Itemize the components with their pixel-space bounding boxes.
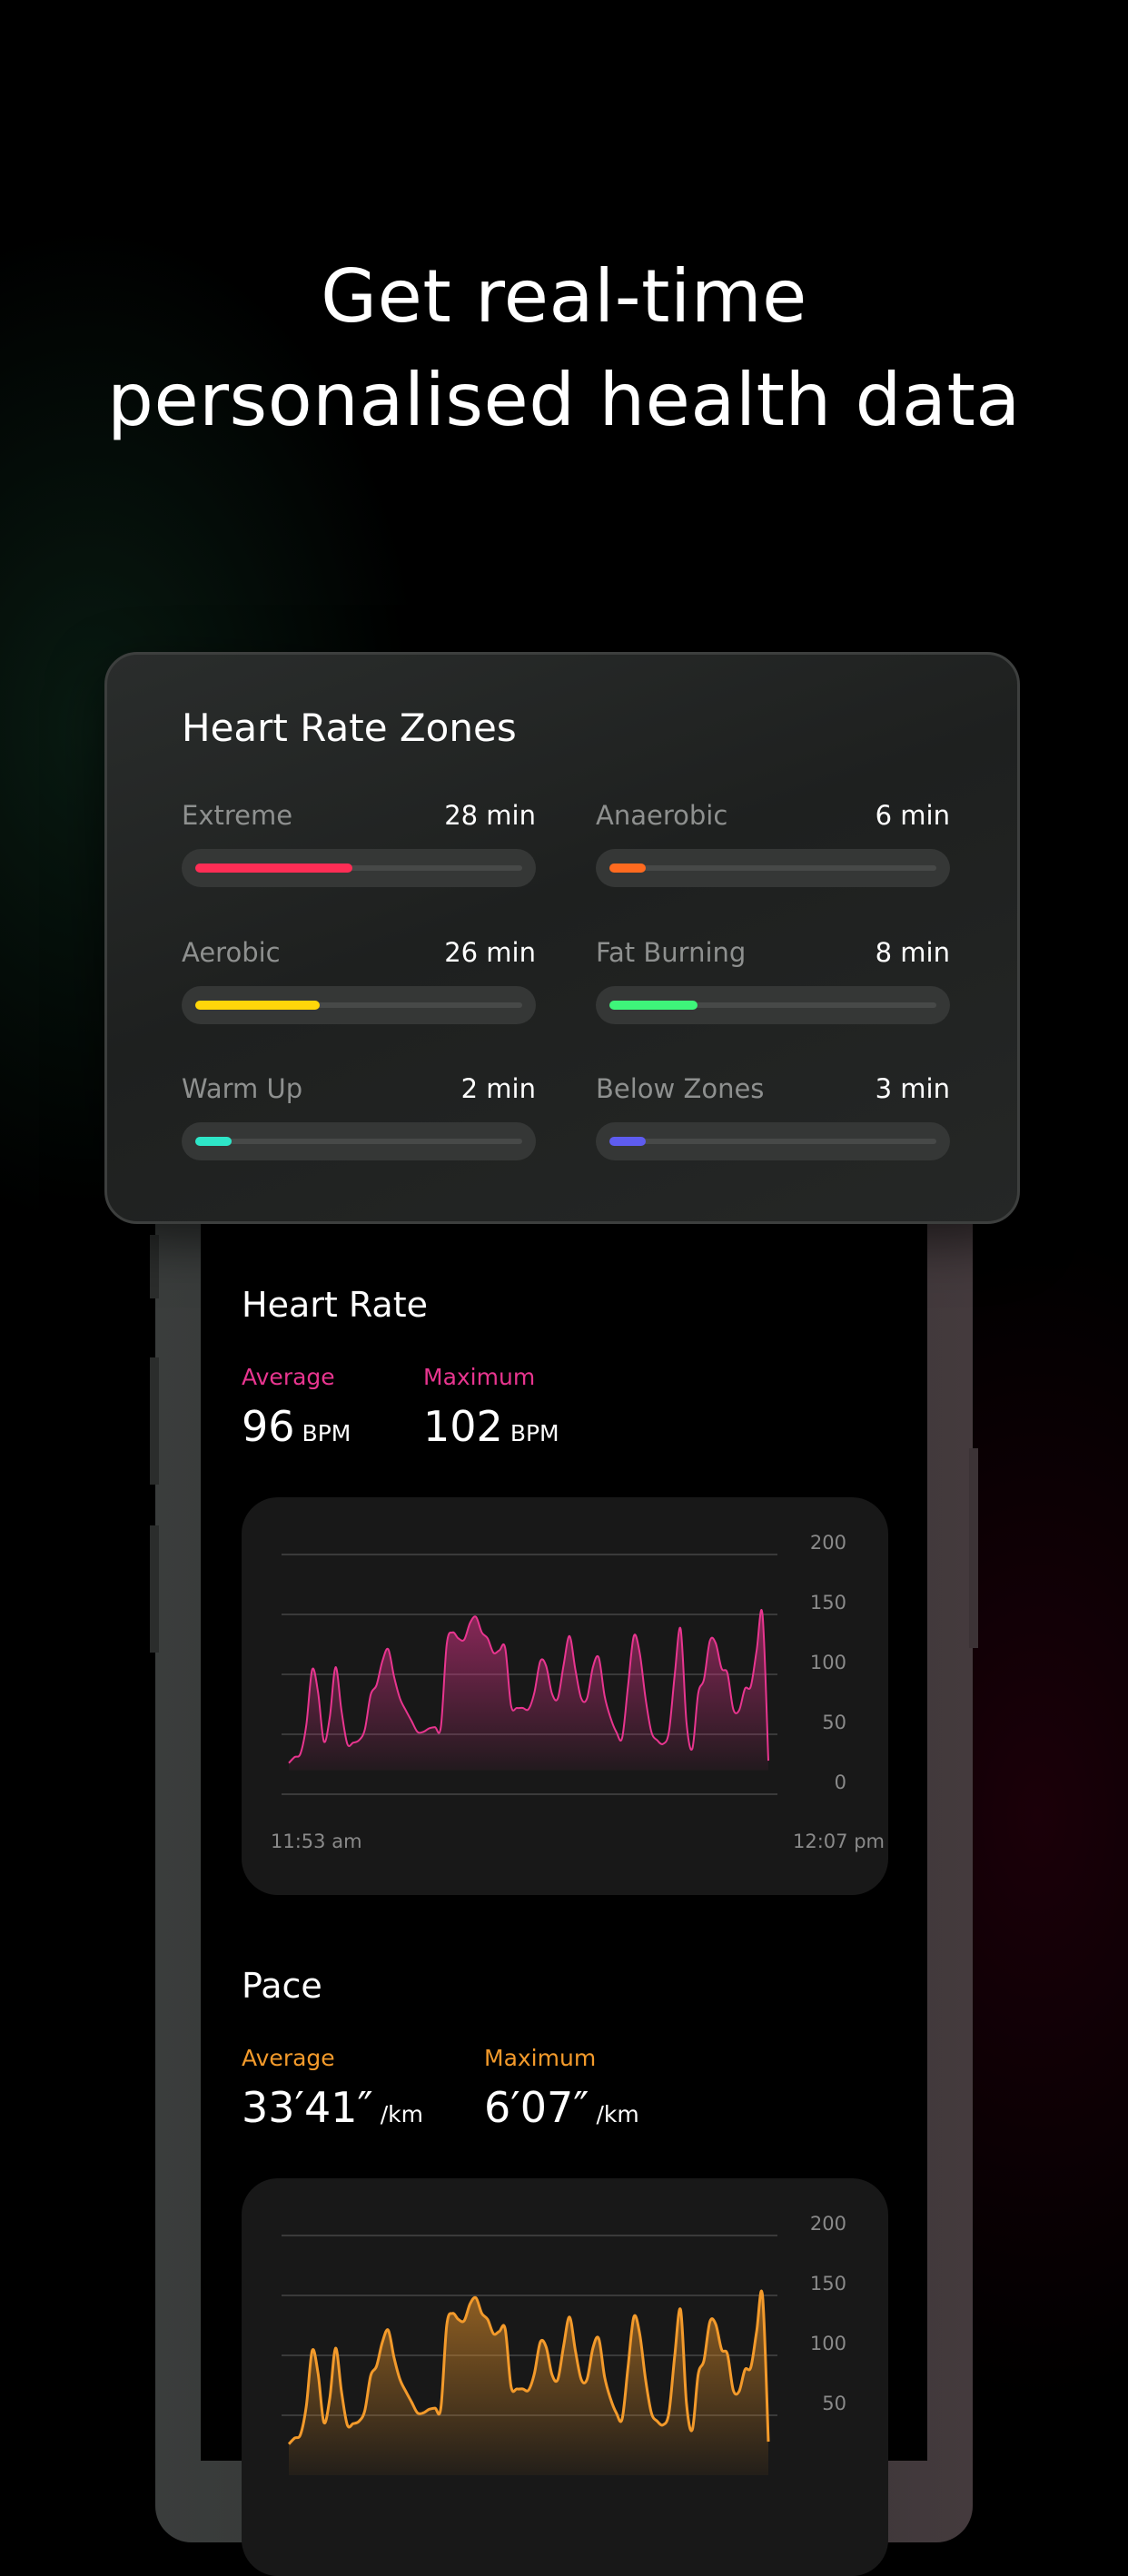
heart-rate-zones-card: Heart Rate Zones Extreme 28 min Anaerobic 6… [104,652,1020,1224]
pace-y-tick-label: 200 [810,2213,846,2235]
zone-duration: 2 min [460,1073,536,1104]
heart-rate-x-start-label: 11:53 am [271,1831,362,1852]
pace-average-unit: /km [380,2101,423,2127]
pace-maximum-value: 6′07″ /km [484,2083,639,2132]
zone-progress-bar [182,986,536,1024]
heart-rate-maximum-unit: BPM [510,1420,559,1446]
heart-rate-average-label: Average [242,1364,335,1390]
zone-progress-bar [182,849,536,887]
zone-progress-track [195,1137,522,1146]
zone-header: Extreme 28 min [182,800,536,831]
hr-y-tick-label: 0 [835,1772,846,1793]
heart-rate-chart: 200 150 100 50 0 11:53 am 12:07 pm [242,1497,888,1895]
heart-rate-x-end-label: 12:07 pm [793,1831,885,1852]
zone-progress-fill [195,864,352,873]
zone-progress-fill [609,1137,646,1146]
heart-rate-maximum-value: 102 BPM [423,1402,559,1451]
zone-progress-track [609,864,936,873]
zone-aerobic: Aerobic 26 min [182,937,536,1024]
zone-below-zones: Below Zones 3 min [596,1073,950,1160]
pace-chart: 200 150 100 50 [242,2178,888,2576]
zone-label: Aerobic [182,937,281,968]
heart-rate-title: Heart Rate [242,1285,428,1325]
zone-anaerobic: Anaerobic 6 min [596,800,950,887]
phone-power-button [969,1448,978,1648]
zone-header: Aerobic 26 min [182,937,536,968]
zone-label: Fat Burning [596,937,747,968]
zone-progress-bar [596,986,950,1024]
hr-y-tick-label: 50 [822,1712,846,1733]
phone-side-button [150,1235,159,1298]
hr-y-tick-label: 150 [810,1592,846,1614]
pace-maximum-unit: /km [596,2101,639,2127]
zone-duration: 3 min [875,1073,950,1104]
heart-rate-area [289,1609,768,1771]
pace-average-number: 33′41″ [242,2083,373,2132]
pace-average-label: Average [242,2045,335,2071]
zone-progress-bar [596,849,950,887]
hr-y-tick-label: 100 [810,1652,846,1673]
zone-progress-track [195,1001,522,1010]
heart-rate-zones-title: Heart Rate Zones [182,706,517,750]
zone-label: Extreme [182,800,293,831]
zone-duration: 6 min [875,800,950,831]
pace-maximum-number: 6′07″ [484,2083,589,2132]
zone-header: Anaerobic 6 min [596,800,950,831]
pace-average-value: 33′41″ /km [242,2083,423,2132]
zone-progress-track [609,1001,936,1010]
pace-chart-svg: 200 150 100 50 [282,2213,846,2475]
pace-y-tick-label: 50 [822,2393,846,2414]
heart-rate-chart-svg: 200 150 100 50 0 11:53 am 12:07 pm [271,1532,885,1852]
heart-rate-average-number: 96 [242,1402,295,1451]
zone-progress-fill [195,1001,320,1010]
headline-line-2: personalised health data [107,358,1021,442]
zone-duration: 28 min [444,800,536,831]
zone-progress-fill [609,864,646,873]
zone-label: Warm Up [182,1073,303,1104]
heart-rate-average-unit: BPM [302,1420,351,1446]
zone-warm-up: Warm Up 2 min [182,1073,536,1160]
zone-header: Below Zones 3 min [596,1073,950,1104]
hr-y-tick-label: 200 [810,1532,846,1554]
zone-progress-fill [609,1001,698,1010]
zone-progress-bar [182,1122,536,1160]
zone-label: Below Zones [596,1073,765,1104]
zone-header: Warm Up 2 min [182,1073,536,1104]
zone-progress-track [609,1137,936,1146]
zone-duration: 8 min [875,937,950,968]
zone-progress-bar [596,1122,950,1160]
heart-rate-maximum-label: Maximum [423,1364,536,1390]
headline-line-1: Get real-time [321,254,807,339]
phone-volume-up-button [150,1357,159,1485]
zone-extreme: Extreme 28 min [182,800,536,887]
zone-duration: 26 min [444,937,536,968]
pace-y-tick-label: 100 [810,2333,846,2354]
heart-rate-average-value: 96 BPM [242,1402,351,1451]
pace-y-tick-label: 150 [810,2273,846,2295]
zone-progress-fill [195,1137,232,1146]
zone-progress-track [195,864,522,873]
zone-fat-burning: Fat Burning 8 min [596,937,950,1024]
heart-rate-maximum-number: 102 [423,1402,503,1451]
pace-maximum-label: Maximum [484,2045,597,2071]
zone-label: Anaerobic [596,800,728,831]
phone-volume-down-button [150,1525,159,1653]
pace-title: Pace [242,1966,322,2006]
zone-header: Fat Burning 8 min [596,937,950,968]
headline: Get real-time personalised health data [0,245,1128,452]
